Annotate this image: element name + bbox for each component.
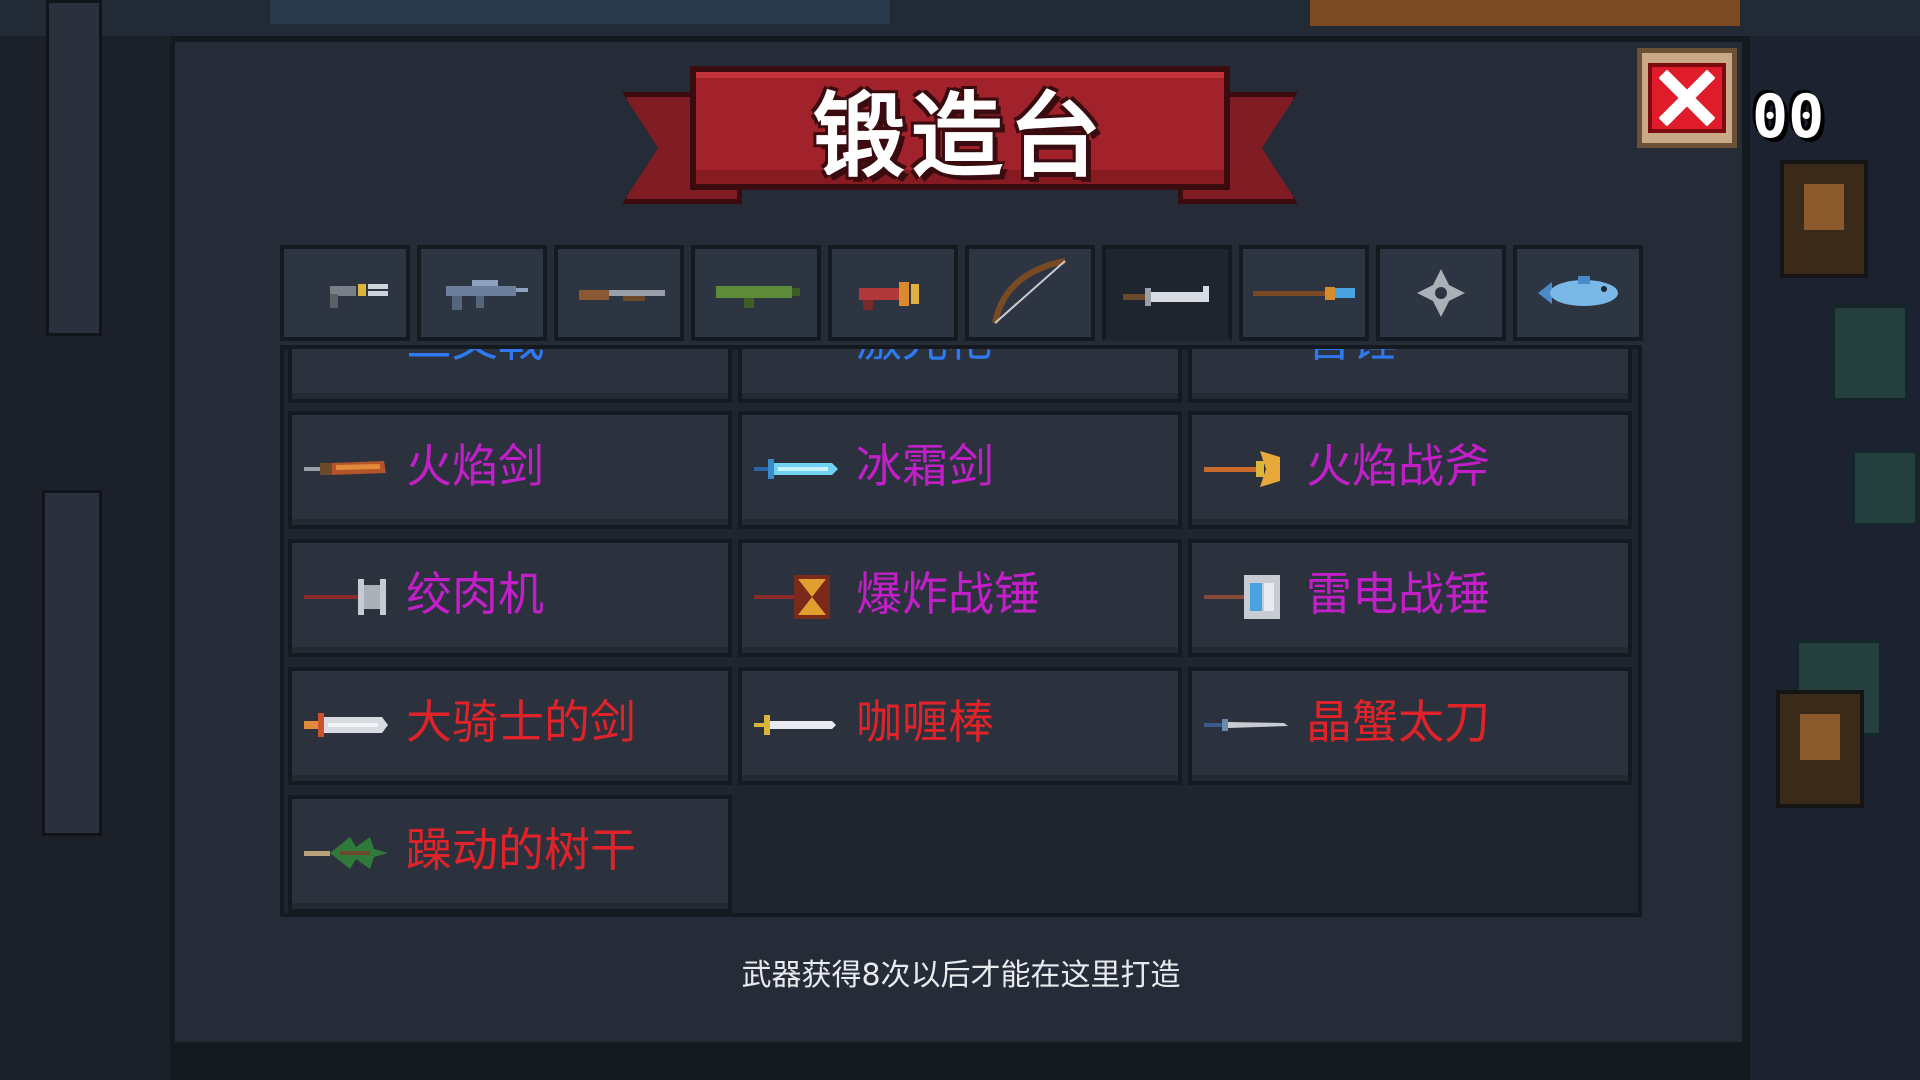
item-label: 晶蟹太刀	[1306, 695, 1490, 749]
list-item[interactable]: 火焰战斧	[1188, 411, 1632, 529]
tab-rifle[interactable]	[417, 245, 547, 341]
lantern-icon	[1776, 690, 1864, 808]
stone-pillar	[46, 0, 102, 336]
list-item[interactable]: 三叉戟	[288, 349, 732, 403]
item-label: 三叉戟	[406, 349, 544, 375]
tab-sword[interactable]	[1102, 245, 1232, 341]
item-label: 大骑士的剑	[406, 695, 636, 749]
list-item[interactable]: 绞肉机	[288, 539, 732, 657]
knight-sword-icon	[304, 713, 388, 737]
list-item[interactable]: 爆炸战锤	[738, 539, 1182, 657]
pistol-icon	[330, 284, 388, 308]
sword-icon	[1123, 286, 1209, 306]
list-item[interactable]: 晶蟹太刀	[1188, 667, 1632, 785]
list-item[interactable]: 躁动的树干	[288, 795, 732, 913]
item-label: 火焰战斧	[1306, 439, 1490, 493]
close-button[interactable]	[1637, 48, 1737, 148]
tab-fish[interactable]	[1513, 245, 1643, 341]
forge-item-list[interactable]: 三叉戟 激光枪 音锤 火焰剑 冰霜剑 火焰战斧 绞肉机 爆炸战锤	[280, 345, 1642, 917]
currency-counter: 00	[1752, 82, 1825, 152]
fire-axe-icon	[1204, 451, 1280, 487]
rocket-launcher-icon	[716, 286, 800, 308]
list-item[interactable]: 咖喱棒	[738, 667, 1182, 785]
stone-pillar	[42, 490, 102, 836]
list-item[interactable]: 大骑士的剑	[288, 667, 732, 785]
list-item[interactable]: 冰霜剑	[738, 411, 1182, 529]
restless-trunk-icon	[304, 837, 388, 869]
wall-shelf	[1310, 0, 1740, 26]
lantern-icon	[1780, 160, 1868, 278]
spear-icon	[1253, 287, 1355, 300]
item-label: 激光枪	[856, 349, 994, 375]
list-item[interactable]: 火焰剑	[288, 411, 732, 529]
list-item[interactable]: 音锤	[1188, 349, 1632, 403]
item-label: 火焰剑	[406, 439, 544, 493]
rifle-icon	[446, 280, 528, 310]
wall-grate	[270, 0, 890, 24]
item-label: 雷电战锤	[1306, 567, 1490, 621]
thunder-hammer-icon	[1204, 575, 1280, 619]
forge-hint-text: 武器获得8次以后才能在这里打造	[741, 958, 1181, 993]
tab-shuriken[interactable]	[1376, 245, 1506, 341]
tab-bow[interactable]	[965, 245, 1095, 341]
title-banner: 锻造台	[622, 62, 1298, 214]
weapon-category-tabs	[280, 245, 1643, 341]
tab-pistol[interactable]	[280, 245, 410, 341]
explosive-hammer-icon	[754, 575, 830, 619]
item-label: 爆炸战锤	[856, 567, 1040, 621]
tab-shotgun[interactable]	[554, 245, 684, 341]
item-label: 音锤	[1306, 349, 1398, 375]
banner-body: 锻造台	[690, 66, 1230, 190]
item-label: 冰霜剑	[856, 439, 994, 493]
list-item[interactable]: 激光枪	[738, 349, 1182, 403]
item-label: 绞肉机	[406, 567, 544, 621]
meat-grinder-icon	[304, 579, 386, 615]
laser-gun-icon	[859, 282, 919, 310]
shotgun-icon	[579, 290, 665, 301]
frost-sword-icon	[754, 459, 838, 479]
dungeon-wall-top	[0, 0, 1920, 36]
floor-tile	[1852, 450, 1918, 526]
tab-spear[interactable]	[1239, 245, 1369, 341]
bow-icon	[992, 258, 1066, 324]
tab-rocket-launcher[interactable]	[691, 245, 821, 341]
close-icon	[1648, 63, 1726, 133]
fish-icon	[1538, 276, 1618, 306]
page-title: 锻造台	[812, 82, 1107, 190]
fire-sword-icon	[304, 461, 386, 475]
list-item[interactable]: 雷电战锤	[1188, 539, 1632, 657]
tab-laser-gun[interactable]	[828, 245, 958, 341]
floor-tile	[1832, 305, 1908, 401]
excalibur-icon	[754, 715, 836, 735]
crystal-katana-icon	[1204, 719, 1288, 731]
item-label: 躁动的树干	[406, 823, 636, 877]
item-label: 咖喱棒	[856, 695, 994, 749]
shuriken-icon	[1417, 269, 1465, 317]
